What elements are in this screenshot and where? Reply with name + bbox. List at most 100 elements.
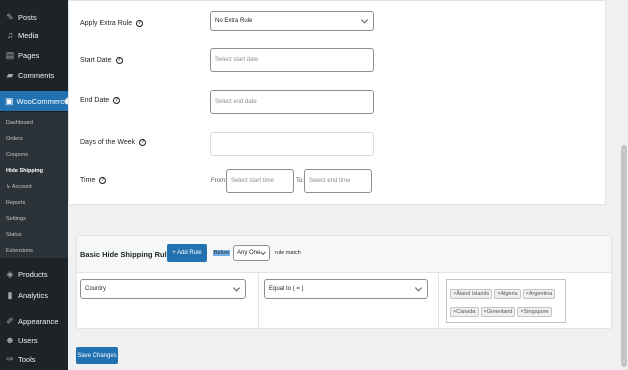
end-time-placeholder: Select end time <box>309 178 351 184</box>
tag-label: Greenland <box>486 309 513 315</box>
below-label: Below <box>213 250 230 256</box>
sidebar-item-users[interactable]: ☻ Users <box>0 334 68 346</box>
sidebar-item-label: Media <box>18 30 39 40</box>
end-date-placeholder: Select end date <box>215 99 257 105</box>
days-of-week-label: Days of the Week? <box>80 139 147 146</box>
sidebar-item-label: Pages <box>18 50 40 60</box>
admin-sidebar: ✎ Posts ♫ Media ▤ Pages ▰ Comments ▣ WooComme… <box>0 0 69 370</box>
start-date-placeholder: Select start date <box>215 57 259 63</box>
column-divider <box>438 273 439 328</box>
country-tags-input[interactable]: ×Åland Islands ×Algeria ×Argentina×Canada ×… <box>446 279 566 323</box>
time-label-text: Time <box>80 177 96 184</box>
sidebar-item-label: Tools <box>18 354 36 364</box>
chevron-down-icon <box>232 284 241 292</box>
sidebar-item-label: Posts <box>18 12 37 22</box>
submenu-account[interactable]: ↳ Account <box>6 184 32 190</box>
match-suffix: rule match <box>275 250 301 256</box>
save-changes-button[interactable]: Save Changes <box>76 347 118 364</box>
rule-operator-select[interactable]: Equal to ( = ) <box>264 279 428 299</box>
chevron-down-icon <box>260 249 266 256</box>
sidebar-item-woocommerce[interactable]: ▣ WooCommerce <box>0 91 69 111</box>
pin-icon: ✎ <box>6 12 14 22</box>
add-rule-button[interactable]: + Add Rule <box>167 244 207 262</box>
box-icon: ◈ <box>6 269 14 279</box>
chevron-down-icon <box>414 284 423 292</box>
tag[interactable]: ×Algeria <box>494 289 521 299</box>
page-icon: ▤ <box>5 50 15 60</box>
sidebar-item-label: Analytics <box>18 290 49 300</box>
column-divider <box>258 273 259 328</box>
sidebar-item-analytics[interactable]: ▮ Analytics <box>0 289 68 301</box>
scrollbar-thumb[interactable] <box>621 145 627 367</box>
sidebar-item-tools[interactable]: ✑ Tools <box>0 353 68 365</box>
end-date-label: End Date? <box>80 97 121 104</box>
extra-rule-label: Apply Extra Rule? <box>80 20 144 27</box>
sidebar-item-label: Appearance <box>18 316 59 326</box>
start-time-placeholder: Select start time <box>231 178 275 184</box>
user-icon: ☻ <box>5 335 15 345</box>
days-label-text: Days of the Week <box>80 139 136 146</box>
comment-icon: ▰ <box>6 70 14 80</box>
rules-title: Basic Hide Shipping Rules <box>80 250 176 259</box>
submenu-status[interactable]: Status <box>6 232 22 238</box>
match-value: Any One <box>237 250 261 256</box>
sidebar-item-media[interactable]: ♫ Media <box>0 29 68 41</box>
submenu-dashboard[interactable]: Dashboard <box>6 120 33 126</box>
end-date-input[interactable]: Select end date <box>210 90 374 114</box>
tag-label: Argentina <box>528 291 553 297</box>
tag-label: Singapore <box>523 309 549 315</box>
chart-icon: ▮ <box>7 290 13 300</box>
from-label: From: <box>211 178 227 184</box>
submenu-settings[interactable]: Settings <box>6 216 26 222</box>
tag[interactable]: ×Åland Islands <box>450 289 493 299</box>
sidebar-item-posts[interactable]: ✎ Posts <box>0 11 68 23</box>
time-label: Time? <box>80 177 107 184</box>
tag[interactable]: ×Singapore <box>517 307 552 317</box>
submenu-orders[interactable]: Orders <box>6 136 23 142</box>
start-date-label: Start Date? <box>80 57 123 64</box>
sidebar-item-products[interactable]: ◈ Products <box>0 268 68 280</box>
help-icon[interactable]: ? <box>113 97 121 104</box>
rule-field-value: Country <box>85 286 107 292</box>
start-date-label-text: Start Date <box>80 57 112 64</box>
end-time-input[interactable]: Select end time <box>304 169 372 193</box>
sidebar-item-appearance[interactable]: ✐ Appearance <box>0 315 68 327</box>
brush-icon: ✐ <box>6 316 14 326</box>
submenu-hide-shipping[interactable]: Hide Shipping <box>6 168 43 174</box>
add-rule-label: + Add Rule <box>172 250 202 256</box>
tag[interactable]: ×Canada <box>450 307 479 317</box>
save-changes-label: Save Changes <box>77 352 117 359</box>
tag[interactable]: ×Argentina <box>522 289 556 299</box>
help-icon[interactable]: ? <box>115 57 123 64</box>
help-icon[interactable]: ? <box>139 139 147 146</box>
tag[interactable]: ×Greenland <box>480 307 516 317</box>
media-icon: ♫ <box>6 30 14 40</box>
extra-rule-select[interactable]: No Extra Rule <box>210 11 374 31</box>
woo-icon: ▣ <box>5 96 14 106</box>
sidebar-item-label: Products <box>18 269 48 279</box>
sidebar-item-pages[interactable]: ▤ Pages <box>0 49 68 61</box>
rule-field-select[interactable]: Country <box>80 279 246 299</box>
help-icon[interactable]: ? <box>99 177 107 184</box>
match-select[interactable]: Any One <box>233 245 270 261</box>
submenu-coupons[interactable]: Coupons <box>6 152 28 158</box>
chevron-down-icon <box>360 16 369 24</box>
start-time-input[interactable]: Select start time <box>226 169 294 193</box>
woocommerce-submenu: Dashboard Orders Coupons Hide Shipping ↳… <box>0 112 68 258</box>
sidebar-item-label: Users <box>18 335 38 345</box>
wrench-icon: ✑ <box>6 354 14 364</box>
submenu-reports[interactable]: Reports <box>6 200 25 206</box>
days-of-week-select[interactable] <box>210 132 374 156</box>
sidebar-item-comments[interactable]: ▰ Comments <box>0 69 68 81</box>
help-icon[interactable]: ? <box>136 20 144 27</box>
scrollbar-track[interactable] <box>620 0 628 370</box>
tag-label: Canada <box>456 309 476 315</box>
end-date-label-text: End Date <box>80 97 110 104</box>
start-date-input[interactable]: Select start date <box>210 48 374 72</box>
extra-rule-value: No Extra Rule <box>215 18 253 24</box>
sidebar-item-label: Comments <box>18 70 55 80</box>
extra-rule-label-text: Apply Extra Rule <box>80 20 133 27</box>
submenu-extensions[interactable]: Extensions <box>6 248 33 254</box>
tag-label: Algeria <box>500 291 518 297</box>
tag-label: Åland Islands <box>456 291 490 297</box>
